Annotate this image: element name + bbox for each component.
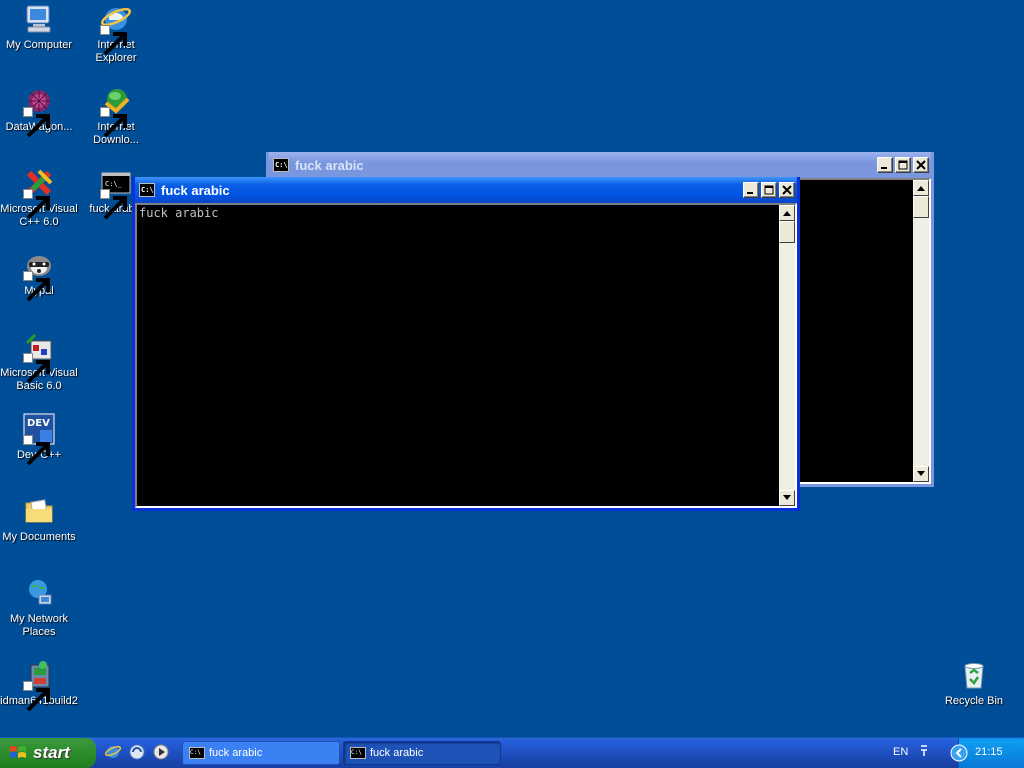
computer-icon	[23, 3, 55, 35]
desktop-icon-devcpp[interactable]: DEV Dev-C++	[0, 413, 79, 466]
folder-icon	[23, 495, 55, 527]
quick-launch	[104, 743, 170, 761]
svg-text:DEV: DEV	[27, 418, 50, 429]
media-player-icon[interactable]	[152, 743, 170, 761]
minimize-icon	[747, 192, 753, 194]
desktop-icon-mypal[interactable]: Mypal	[0, 249, 79, 302]
task-label: fuck arabic	[209, 747, 263, 759]
ie-icon	[100, 3, 132, 56]
desktop-icon-label: My Documents	[2, 531, 76, 543]
datawagon-icon	[23, 85, 55, 138]
scroll-down-button[interactable]	[779, 490, 795, 506]
arrow-down-icon	[783, 495, 791, 500]
taskbar: start C:\ fuck arabic C:\ fuck arabic EN…	[0, 737, 1024, 768]
desktop-icon-datawagon[interactable]: DataWagon...	[0, 85, 79, 138]
console-icon: C:\	[273, 158, 289, 172]
desktop-icon-recycle-bin[interactable]: Recycle Bin	[934, 659, 1014, 708]
maximize-button[interactable]	[895, 157, 911, 173]
shortcut-arrow-icon	[100, 189, 127, 220]
minimize-button[interactable]	[877, 157, 893, 173]
window-title: fuck arabic	[295, 157, 364, 173]
clock[interactable]: 21:15	[975, 746, 1003, 758]
minimize-icon	[881, 167, 887, 169]
desktop-icon-label: My Network Places	[9, 613, 69, 638]
maximize-button[interactable]	[761, 182, 777, 198]
devcpp-icon: DEV	[23, 413, 55, 466]
svg-text:C:\_: C:\_	[105, 180, 123, 188]
title-bar[interactable]: C:\ fuck arabic	[135, 177, 797, 203]
vertical-scrollbar[interactable]	[913, 180, 929, 482]
vertical-scrollbar[interactable]	[779, 205, 795, 506]
show-hidden-icons-icon[interactable]	[950, 744, 968, 762]
desktop-icon-internet-explorer[interactable]: Internet Explorer	[76, 3, 156, 65]
taskbar-task-2[interactable]: C:\ fuck arabic	[343, 741, 501, 765]
desktop-icon-my-computer[interactable]: My Computer	[0, 3, 79, 52]
maximize-icon	[898, 160, 908, 170]
start-button[interactable]: start	[0, 738, 96, 768]
shortcut-arrow-icon	[23, 681, 50, 712]
installer-icon	[23, 659, 55, 712]
console-icon: C:\	[139, 183, 155, 197]
language-bar-icon[interactable]	[918, 744, 930, 758]
close-button[interactable]	[779, 182, 795, 198]
scroll-thumb[interactable]	[779, 221, 795, 243]
shortcut-arrow-icon	[23, 271, 50, 302]
language-indicator[interactable]: EN	[893, 746, 908, 758]
shortcut-arrow-icon	[23, 435, 50, 466]
mypal-icon	[23, 249, 55, 302]
arrow-up-icon	[917, 186, 925, 191]
ie-icon[interactable]	[104, 743, 122, 761]
shortcut-arrow-icon	[23, 107, 50, 138]
scroll-thumb[interactable]	[913, 196, 929, 218]
arrow-up-icon	[783, 211, 791, 216]
desktop-icon-my-documents[interactable]: My Documents	[0, 495, 79, 544]
maximize-icon	[764, 185, 774, 195]
recycle-bin-icon	[958, 659, 990, 691]
system-tray: 21:15	[950, 738, 1024, 768]
windows-logo-icon	[10, 746, 26, 758]
desktop-icon-label: Recycle Bin	[944, 695, 1004, 707]
desktop-icon-internet-download-manager[interactable]: Internet Downlo...	[76, 85, 156, 147]
window-title: fuck arabic	[161, 182, 230, 198]
console-icon: C:\	[350, 747, 366, 759]
console-icon: C:\	[189, 747, 205, 759]
console-icon: C:\_	[100, 167, 132, 220]
taskbar-task-1[interactable]: C:\ fuck arabic	[182, 741, 340, 765]
task-label: fuck arabic	[370, 747, 424, 759]
vb-icon	[23, 331, 55, 384]
scroll-up-button[interactable]	[913, 180, 929, 196]
shortcut-arrow-icon	[100, 107, 127, 138]
browser-icon[interactable]	[128, 743, 146, 761]
desktop-icon-label: My Computer	[5, 39, 73, 51]
desktop-icon-visual-cpp[interactable]: Microsoft Visual C++ 6.0	[0, 167, 79, 229]
console-output: fuck arabic	[139, 206, 219, 220]
shortcut-arrow-icon	[23, 353, 50, 384]
scroll-up-button[interactable]	[779, 205, 795, 221]
scroll-down-button[interactable]	[913, 466, 929, 482]
vc-icon	[23, 167, 55, 220]
shortcut-arrow-icon	[100, 25, 127, 56]
idm-icon	[100, 85, 132, 138]
start-label: start	[33, 743, 70, 762]
desktop-icon-visual-basic[interactable]: Microsoft Visual Basic 6.0	[0, 331, 79, 393]
desktop-icon-my-network-places[interactable]: My Network Places	[0, 577, 79, 639]
console-window-front[interactable]: C:\ fuck arabic fuck arabic	[132, 177, 800, 511]
shortcut-arrow-icon	[23, 189, 50, 220]
console-area[interactable]: fuck arabic	[135, 203, 797, 508]
title-bar[interactable]: C:\ fuck arabic	[269, 152, 931, 178]
network-icon	[23, 577, 55, 609]
desktop-icon-idman-installer[interactable]: idman641build2	[0, 659, 79, 712]
minimize-button[interactable]	[743, 182, 759, 198]
close-icon	[782, 185, 792, 195]
arrow-down-icon	[917, 471, 925, 476]
close-icon	[916, 160, 926, 170]
close-button[interactable]	[913, 157, 929, 173]
